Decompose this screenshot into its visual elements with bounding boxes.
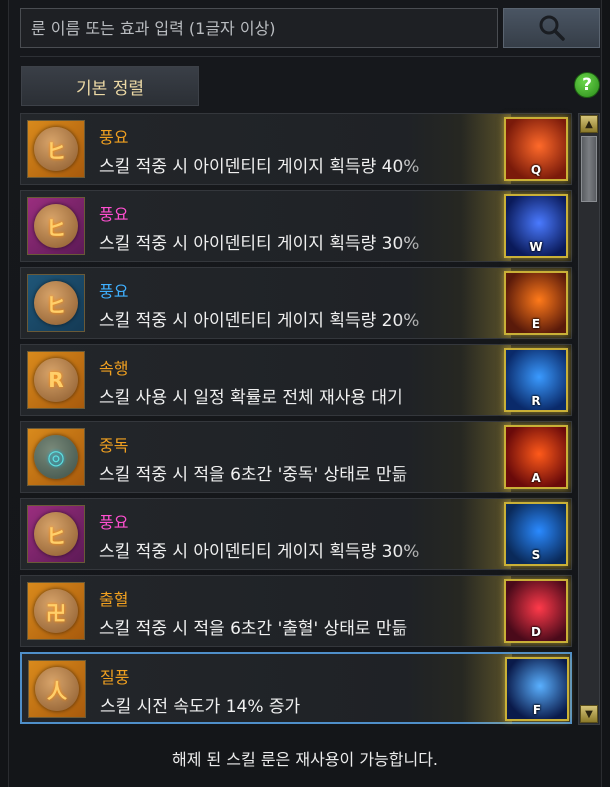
rune-icon: ヒ <box>27 197 85 255</box>
rune-glyph-icon: ヒ <box>46 292 66 317</box>
rune-stone-icon: ヒ <box>34 127 78 171</box>
rune-row[interactable]: ◎ 중독스킬 적중 시 적을 6초간 '중독' 상태로 만듦 A <box>20 421 572 493</box>
rune-icon: 卍 <box>27 582 85 640</box>
rune-description: 스킬 사용 시 일정 확률로 전체 재사용 대기 <box>99 388 403 408</box>
rune-description: 스킬 적중 시 적을 6초간 '출혈' 상태로 만듦 <box>99 619 408 639</box>
skill-icon[interactable]: W <box>504 194 568 258</box>
rune-stone-icon: R <box>34 358 78 402</box>
rune-stone-icon: ヒ <box>34 204 78 248</box>
scrollbar[interactable]: ▲ ▼ <box>578 113 600 725</box>
footer-note: 해제 된 스킬 룬은 재사용이 가능합니다. <box>171 750 439 769</box>
search-input[interactable] <box>20 8 498 48</box>
rune-stone-icon: ヒ <box>34 281 78 325</box>
skill-key-label: S <box>531 548 541 562</box>
rune-description: 스킬 적중 시 아이덴티티 게이지 획득량 30% <box>99 542 420 562</box>
rune-row[interactable]: ヒ 풍요스킬 적중 시 아이덴티티 게이지 획득량 30% S <box>20 498 572 570</box>
help-button[interactable]: ? <box>574 72 600 98</box>
search-icon <box>539 15 565 41</box>
rune-stone-icon: 卍 <box>34 589 78 633</box>
skill-key-label: D <box>531 625 541 639</box>
search-button[interactable] <box>503 8 600 48</box>
skill-icon[interactable]: S <box>504 502 568 566</box>
rune-row[interactable]: 卍 출혈스킬 적중 시 적을 6초간 '출혈' 상태로 만듦 D <box>20 575 572 647</box>
scroll-thumb[interactable] <box>581 136 597 202</box>
skill-key-label: Q <box>530 163 542 177</box>
skill-icon[interactable]: E <box>504 271 568 335</box>
rune-glyph-icon: R <box>48 368 64 392</box>
rune-description: 스킬 적중 시 아이덴티티 게이지 획득량 20% <box>99 311 420 331</box>
rune-name: 풍요 <box>99 282 129 301</box>
rune-name: 출혈 <box>99 590 129 609</box>
rune-stone-icon: 人 <box>35 667 79 711</box>
rune-row[interactable]: ヒ 풍요스킬 적중 시 아이덴티티 게이지 획득량 20% E <box>20 267 572 339</box>
rune-name: 중독 <box>99 436 129 455</box>
rune-description: 스킬 적중 시 아이덴티티 게이지 획득량 40% <box>99 157 420 177</box>
skill-key-label: A <box>531 471 541 485</box>
skill-icon[interactable]: D <box>504 579 568 643</box>
rune-icon: ヒ <box>27 505 85 563</box>
rune-icon: ヒ <box>27 274 85 332</box>
skill-key-label: W <box>529 240 543 254</box>
skill-icon[interactable]: F <box>505 657 569 721</box>
rune-name: 풍요 <box>99 128 129 147</box>
rune-name: 풍요 <box>99 205 129 224</box>
rune-stone-icon: ヒ <box>34 512 78 556</box>
rune-icon: R <box>27 351 85 409</box>
sort-button[interactable]: 기본 정렬 <box>21 66 199 106</box>
skill-key-label: R <box>531 394 541 408</box>
rune-name: 질풍 <box>100 668 130 687</box>
scroll-up-arrow-icon[interactable]: ▲ <box>580 115 598 133</box>
rune-glyph-icon: ヒ <box>46 215 66 240</box>
rune-glyph-icon: 卍 <box>46 600 66 625</box>
rune-description: 스킬 시전 속도가 14% 증가 <box>100 697 301 717</box>
rune-name: 풍요 <box>99 513 129 532</box>
skill-icon[interactable]: Q <box>504 117 568 181</box>
rune-row[interactable]: 人 질풍스킬 시전 속도가 14% 증가 F <box>20 652 572 724</box>
rune-row[interactable]: ヒ 풍요스킬 적중 시 아이덴티티 게이지 획득량 30% W <box>20 190 572 262</box>
rune-description: 스킬 적중 시 아이덴티티 게이지 획득량 30% <box>99 234 420 254</box>
skill-key-label: F <box>532 703 542 717</box>
divider <box>20 56 600 57</box>
skill-key-label: E <box>531 317 541 331</box>
rune-row[interactable]: ヒ 풍요스킬 적중 시 아이덴티티 게이지 획득량 40% Q <box>20 113 572 185</box>
scroll-down-arrow-icon[interactable]: ▼ <box>580 705 598 723</box>
rune-glyph-icon: 人 <box>47 678 67 703</box>
rune-glyph-icon: ◎ <box>47 445 65 469</box>
rune-stone-icon: ◎ <box>34 435 78 479</box>
skill-icon[interactable]: A <box>504 425 568 489</box>
rune-glyph-icon: ヒ <box>46 138 66 163</box>
rune-icon: ヒ <box>27 120 85 178</box>
rune-name: 속행 <box>99 359 129 378</box>
rune-icon: 人 <box>28 660 86 718</box>
rune-row[interactable]: R 속행스킬 사용 시 일정 확률로 전체 재사용 대기 R <box>20 344 572 416</box>
rune-glyph-icon: ヒ <box>46 523 66 548</box>
rune-description: 스킬 적중 시 적을 6초간 '중독' 상태로 만듦 <box>99 465 408 485</box>
rune-icon: ◎ <box>27 428 85 486</box>
skill-icon[interactable]: R <box>504 348 568 412</box>
search-row <box>20 8 600 48</box>
